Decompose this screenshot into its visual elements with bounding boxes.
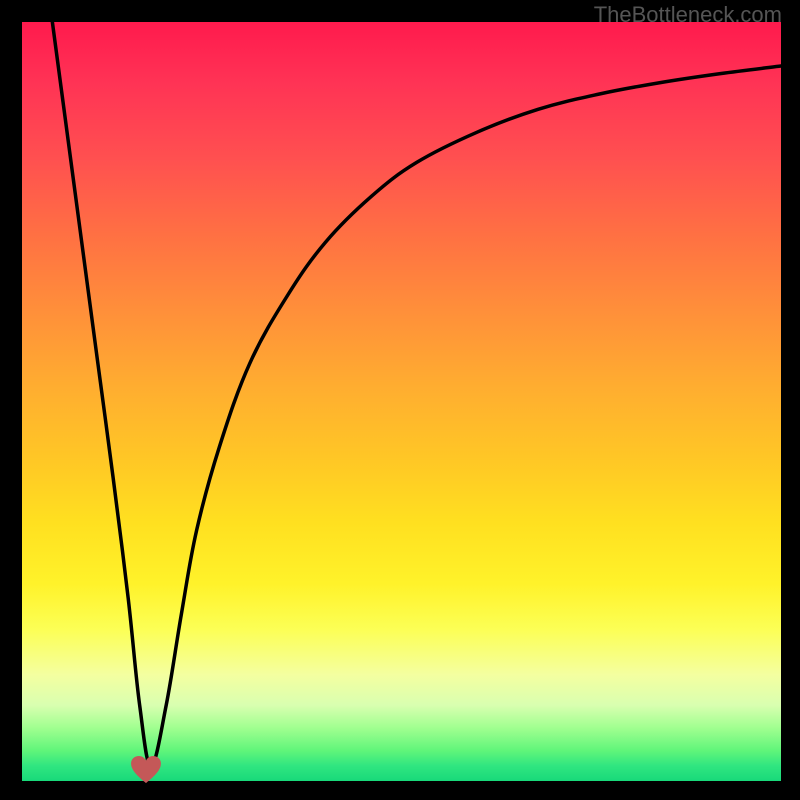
curve-svg — [22, 22, 781, 781]
watermark-text: TheBottleneck.com — [594, 2, 782, 28]
heart-marker-icon — [131, 756, 161, 784]
plot-area — [22, 22, 781, 781]
bottleneck-curve — [52, 22, 781, 766]
